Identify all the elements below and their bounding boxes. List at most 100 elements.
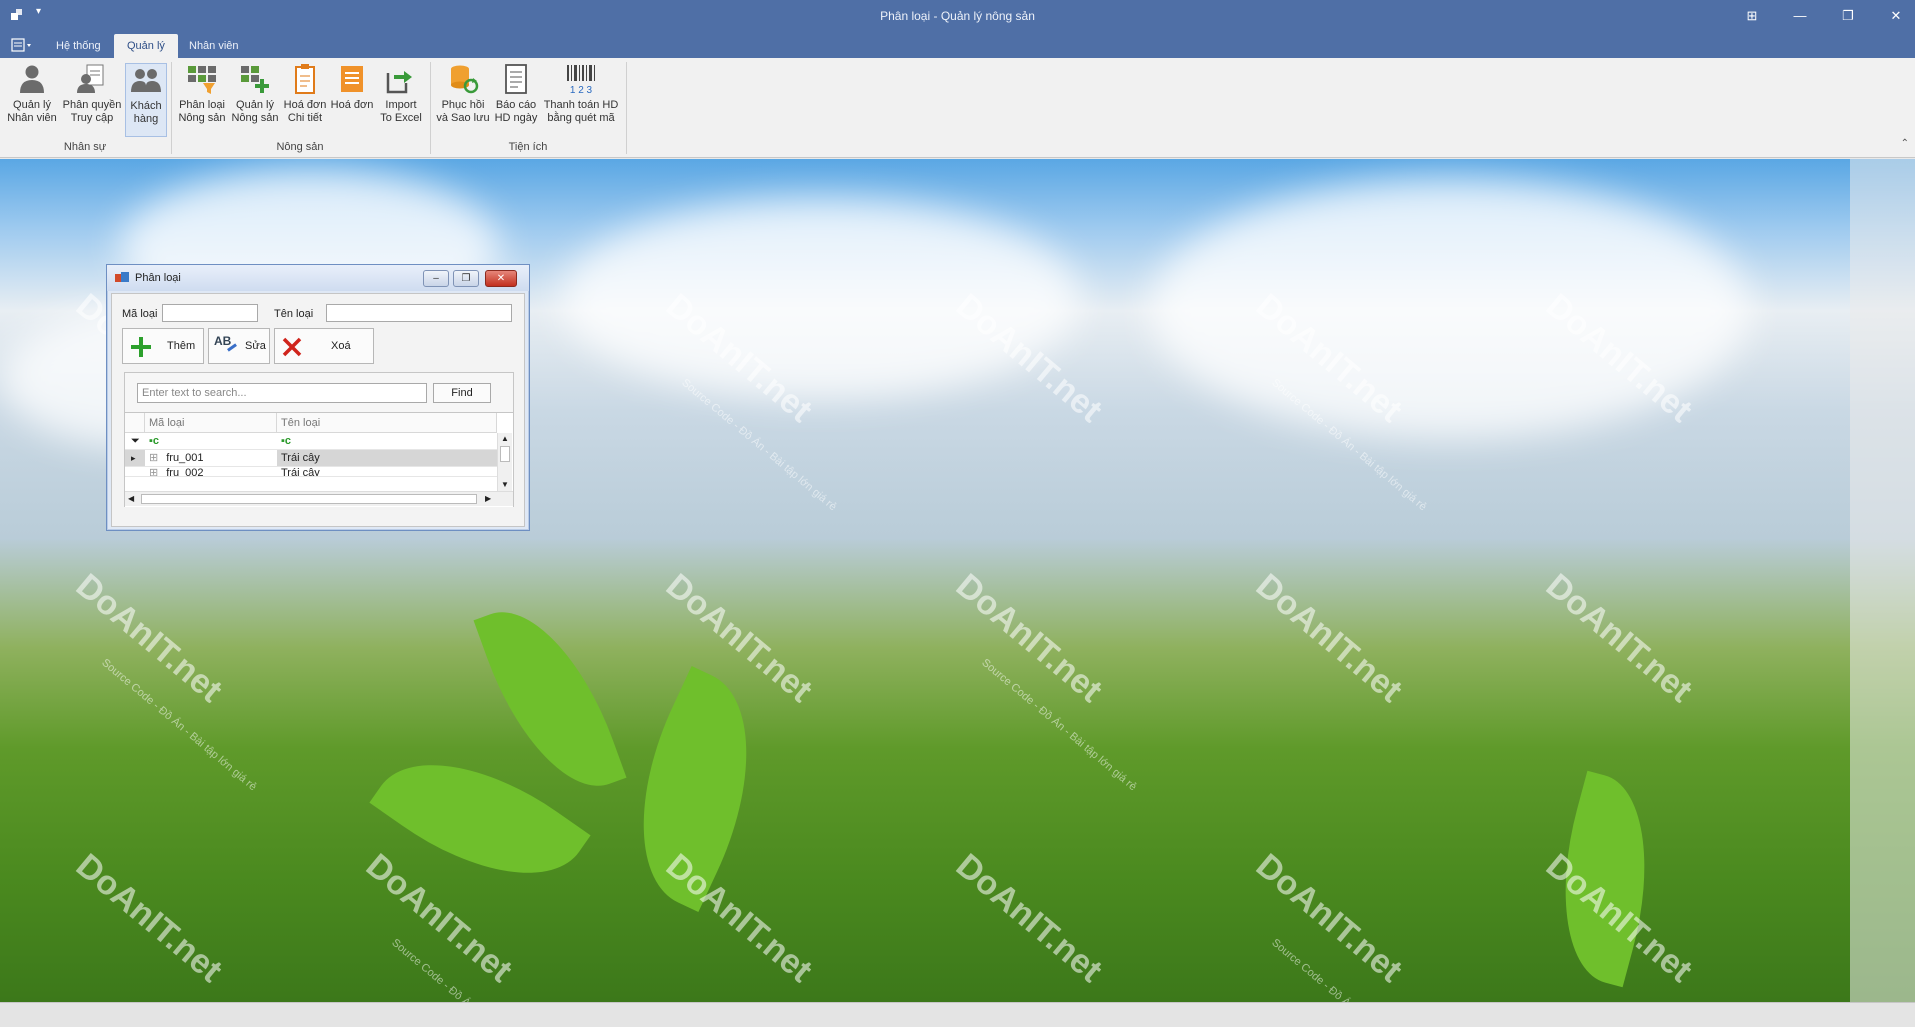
- button-label: To Excel: [380, 112, 422, 124]
- button-label: Hoá đơn: [283, 99, 327, 111]
- filter-icon: ⏷: [131, 435, 140, 447]
- auto-filter-row[interactable]: ⏷ ▪c ▪c: [125, 433, 497, 450]
- hoa-don-button[interactable]: Hoá đơn: [330, 63, 374, 137]
- watermark-logo: DoAnIT.net: [948, 566, 1110, 710]
- invoice-icon: [341, 66, 363, 92]
- child-title-bar[interactable]: Phân loại – ❐ ✕: [107, 265, 529, 291]
- group-label-nong-san: Nông sản: [276, 141, 324, 153]
- h-scroll-thumb[interactable]: [141, 494, 477, 504]
- restore-button[interactable]: ❐: [1831, 4, 1865, 28]
- scroll-left-arrow-icon[interactable]: ◀: [128, 494, 134, 503]
- cell-ma-loai: fru_002: [166, 467, 204, 477]
- quan-ly-nhan-vien-button[interactable]: Quản lý Nhân viên: [6, 63, 58, 137]
- scroll-right-arrow-icon[interactable]: ▶: [485, 494, 491, 503]
- expand-plus-icon[interactable]: ⊞: [149, 452, 158, 464]
- tab-nhan-vien[interactable]: Nhân viên: [176, 34, 252, 58]
- button-label: Thanh toán HD: [543, 99, 619, 111]
- data-grid[interactable]: Mã loại Tên loại ⏷ ▪c ▪c ▸ ⊞ fru_001 Trái…: [125, 412, 513, 507]
- button-label: Phân loại: [179, 99, 225, 111]
- tea-leaf: [1535, 770, 1675, 988]
- ribbon: Quản lý Nhân viên Phân quyền Truy cập Kh…: [0, 58, 1915, 158]
- ten-loai-input[interactable]: [326, 304, 512, 322]
- close-button[interactable]: ✕: [1879, 4, 1913, 28]
- window-title: Phân loại - Quản lý nông sản: [880, 9, 1035, 23]
- button-label: hàng: [133, 113, 159, 125]
- expand-icon-cell[interactable]: ⊞ fru_001: [145, 450, 277, 466]
- scroll-down-arrow-icon[interactable]: ▼: [498, 479, 512, 491]
- watermark-logo: DoAnIT.net: [1248, 566, 1410, 710]
- phuc-hoi-sao-luu-button[interactable]: Phục hồi và Sao lưu: [436, 63, 490, 137]
- cloud: [560, 199, 1080, 399]
- grid-indicator-header: [125, 413, 145, 433]
- expand-icon-cell[interactable]: ⊞ fru_002: [145, 467, 277, 477]
- button-label: Nông sản: [178, 112, 226, 124]
- phan-loai-nong-san-button[interactable]: Phân loại Nông sản: [177, 63, 227, 137]
- button-label: Hoá đơn: [330, 99, 374, 111]
- scroll-up-arrow-icon[interactable]: ▲: [498, 433, 512, 445]
- thanh-toan-quet-ma-button[interactable]: 1 2 3 Thanh toán HD bằng quét mã: [543, 63, 619, 137]
- group-label-tien-ich: Tiện ích: [508, 141, 548, 153]
- column-header-ma-loai[interactable]: Mã loại: [145, 413, 277, 433]
- button-label: Phân quyền: [62, 99, 122, 111]
- invoice-detail-icon: [295, 64, 315, 94]
- ribbon-display-options-button[interactable]: ⊞: [1735, 4, 1769, 28]
- button-label: Quản lý: [236, 99, 274, 111]
- watermark-logo: DoAnIT.net: [68, 566, 230, 710]
- cloud: [1150, 179, 1750, 439]
- group-label-nhan-su: Nhân sự: [63, 141, 107, 153]
- tab-quan-ly[interactable]: Quản lý: [114, 34, 178, 58]
- status-bar: [0, 1002, 1915, 1027]
- grid-panel: Enter text to search... Find Mã loại Tên…: [124, 372, 514, 507]
- table-row[interactable]: ⊞ fru_002 Trái cây: [125, 467, 497, 477]
- child-window-title: Phân loại: [135, 272, 181, 284]
- scroll-thumb[interactable]: [500, 446, 510, 462]
- phan-loai-window[interactable]: Phân loại – ❐ ✕ Mã loại Tên loại Thêm AB…: [106, 264, 530, 531]
- app-menu-icon[interactable]: [10, 36, 34, 54]
- table-row[interactable]: ▸ ⊞ fru_001 Trái cây: [125, 450, 497, 467]
- find-button[interactable]: Find: [433, 383, 491, 403]
- filter-condition-icon[interactable]: ▪c: [277, 433, 497, 449]
- expand-plus-icon[interactable]: ⊞: [149, 467, 158, 476]
- button-label: Khách: [130, 100, 162, 112]
- horizontal-scrollbar[interactable]: ◀ ▶: [125, 491, 513, 506]
- category-grid-icon: [188, 66, 216, 94]
- child-close-button[interactable]: ✕: [485, 270, 517, 287]
- search-input[interactable]: Enter text to search...: [137, 383, 427, 403]
- watermark-tagline: Source Code - Đồ Án - Bài tập lớn giá rẻ: [99, 656, 259, 794]
- barcode-icon: 1 2 3: [567, 65, 595, 95]
- tab-he-thong[interactable]: Hệ thống: [43, 34, 114, 58]
- ribbon-tabs: Hệ thống Quản lý Nhân viên: [0, 32, 1915, 58]
- ma-loai-input[interactable]: [162, 304, 258, 322]
- bao-cao-hd-ngay-button[interactable]: Báo cáo HD ngày: [493, 63, 539, 137]
- minimize-button[interactable]: —: [1783, 4, 1817, 28]
- hoa-don-chi-tiet-button[interactable]: Hoá đơn Chi tiết: [283, 63, 327, 137]
- quan-ly-nong-san-button[interactable]: Quản lý Nông sản: [230, 63, 280, 137]
- vertical-scrollbar[interactable]: ▲ ▼: [497, 433, 512, 491]
- khach-hang-button[interactable]: Khách hàng: [125, 63, 167, 137]
- watermark-tagline: Source Code - Đồ Án - Bài tập lớn giá rẻ: [979, 656, 1139, 794]
- column-header-ten-loai[interactable]: Tên loại: [277, 413, 497, 433]
- daily-report-icon: [505, 64, 527, 94]
- phan-quyen-truy-cap-button[interactable]: Phân quyền Truy cập: [62, 63, 122, 137]
- ten-loai-label: Tên loại: [274, 308, 314, 320]
- user-icon: [20, 65, 44, 93]
- import-to-excel-button[interactable]: Import To Excel: [378, 63, 424, 137]
- button-label: Truy cập: [70, 112, 114, 124]
- tea-leaf: [598, 666, 792, 912]
- background-right-strip: [1850, 159, 1915, 1002]
- svg-text:1 2 3: 1 2 3: [570, 85, 593, 95]
- child-restore-button[interactable]: ❐: [453, 270, 479, 287]
- row-indicator-icon: ▸: [131, 453, 136, 463]
- them-button[interactable]: Thêm: [122, 328, 204, 364]
- button-label: Nông sản: [231, 112, 279, 124]
- filter-condition-icon[interactable]: ▪c: [145, 433, 277, 449]
- xoa-button[interactable]: Xoá: [274, 328, 374, 364]
- sua-button[interactable]: AB Sửa: [208, 328, 270, 364]
- child-minimize-button[interactable]: –: [423, 270, 449, 287]
- plus-icon: [131, 337, 151, 357]
- collapse-ribbon-icon[interactable]: ⌃: [1901, 138, 1909, 149]
- products-manage-icon: [241, 66, 269, 93]
- watermark-tagline: Source Code - Đồ Án - Bài tập lớn giá rẻ: [389, 937, 548, 1002]
- delete-x-icon: [282, 337, 302, 357]
- cell-ma-loai: fru_001: [166, 452, 204, 464]
